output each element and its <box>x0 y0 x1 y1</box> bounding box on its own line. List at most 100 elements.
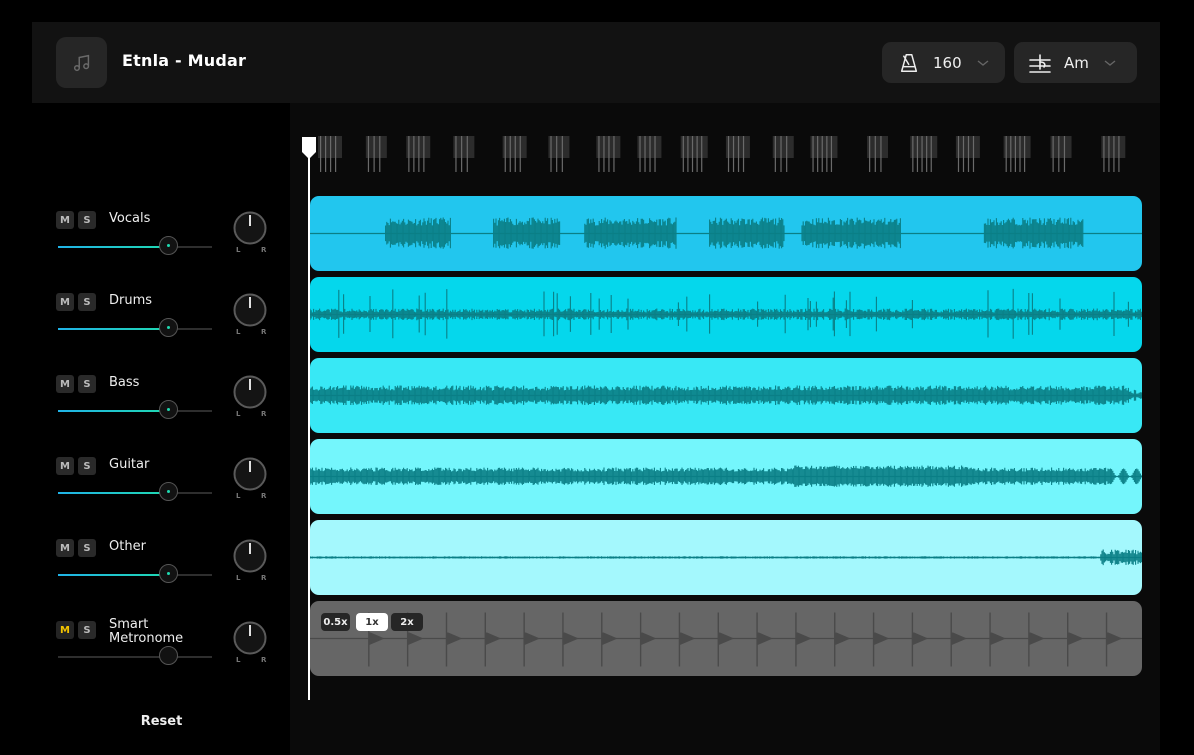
waveform <box>310 465 1142 487</box>
mute-button[interactable]: M <box>56 375 74 393</box>
track-name: Bass <box>109 375 140 390</box>
volume-slider[interactable] <box>58 318 212 337</box>
beat-group <box>1050 136 1072 172</box>
track-name-line2: Metronome <box>109 631 184 646</box>
beat-tick <box>1019 136 1021 172</box>
track-lane-drums[interactable] <box>310 277 1142 352</box>
volume-slider[interactable] <box>58 400 212 419</box>
volume-thumb[interactable] <box>158 564 178 583</box>
volume-slider[interactable] <box>58 646 212 665</box>
chevron-down-icon <box>977 59 989 66</box>
beat-group <box>810 136 838 172</box>
solo-button[interactable]: S <box>78 211 96 229</box>
beat-tick <box>682 136 684 172</box>
beat-tick <box>320 136 322 172</box>
beat-tick <box>639 136 641 172</box>
pan-knob[interactable] <box>233 539 267 573</box>
solo-button[interactable]: S <box>78 539 96 557</box>
volume-fill <box>58 574 169 576</box>
volume-thumb[interactable] <box>158 400 178 419</box>
volume-slider[interactable] <box>58 236 212 255</box>
waveform <box>310 385 1142 405</box>
volume-fill <box>58 246 169 248</box>
track-lane-guitar[interactable] <box>310 439 1142 514</box>
beat-tick <box>874 136 876 172</box>
beat-tick <box>330 136 332 172</box>
volume-thumb[interactable] <box>158 482 178 501</box>
key-dropdown[interactable]: Am <box>1014 42 1137 83</box>
beat-group <box>1003 136 1031 172</box>
beat-tick <box>1023 136 1026 172</box>
track-lane-smart-metronome[interactable]: 0.5x 1x 2x <box>310 601 1142 676</box>
tempo-dropdown[interactable]: 160 <box>882 42 1005 83</box>
solo-button[interactable]: S <box>78 621 96 639</box>
solo-button[interactable]: S <box>78 457 96 475</box>
mute-button[interactable]: M <box>56 211 74 229</box>
pan-knob[interactable] <box>233 457 267 491</box>
beat-tick <box>367 136 370 172</box>
beat-tick <box>1113 136 1115 172</box>
solo-button[interactable]: S <box>78 375 96 393</box>
volume-thumb-dot <box>166 244 170 247</box>
volume-fill <box>58 410 169 412</box>
pan-knob[interactable] <box>233 375 267 409</box>
mute-button[interactable]: M <box>56 293 74 311</box>
volume-thumb-dot <box>166 326 170 329</box>
mute-button[interactable]: M <box>56 457 74 475</box>
volume-fill <box>58 492 169 494</box>
beat-tick <box>972 136 975 172</box>
speed-button-1x[interactable]: 1x <box>356 613 388 631</box>
reset-button[interactable]: Reset <box>0 714 323 729</box>
pan-right-label: R <box>261 328 267 336</box>
speed-button-0-5x[interactable]: 0.5x <box>321 613 350 631</box>
beat-tick <box>335 136 337 172</box>
pan-knob[interactable] <box>233 293 267 327</box>
beat-tick <box>732 136 735 172</box>
beat-tick <box>696 136 698 172</box>
beat-group <box>725 136 750 172</box>
speed-button-2x[interactable]: 2x <box>391 613 423 631</box>
beat-tick <box>603 136 605 172</box>
mute-button[interactable]: M <box>56 621 74 639</box>
beat-group <box>680 136 708 172</box>
volume-thumb-dot <box>166 408 170 411</box>
mute-button[interactable]: M <box>56 539 74 557</box>
volume-slider[interactable] <box>58 482 212 501</box>
solo-button[interactable]: S <box>78 293 96 311</box>
beat-tick <box>812 136 814 172</box>
beat-tick <box>774 136 776 172</box>
track-lane-bass[interactable] <box>310 358 1142 433</box>
beat-group <box>910 136 938 172</box>
volume-thumb-dot <box>166 490 170 493</box>
beat-tick <box>826 136 828 172</box>
song-artwork <box>56 37 107 88</box>
chevron-down-icon <box>1104 59 1116 66</box>
pan-knob[interactable] <box>233 211 267 245</box>
volume-thumb[interactable] <box>158 236 178 255</box>
waveform <box>310 549 1142 566</box>
volume-thumb[interactable] <box>158 646 178 665</box>
beat-tick <box>962 136 965 172</box>
beat-tick <box>373 136 375 172</box>
track-lane-vocals[interactable] <box>310 196 1142 271</box>
beat-tick <box>817 136 819 172</box>
pan-knob[interactable] <box>233 621 267 655</box>
pan-left-label: L <box>236 410 241 418</box>
volume-slider[interactable] <box>58 564 212 583</box>
beat-tick <box>418 136 420 172</box>
volume-thumb[interactable] <box>158 318 178 337</box>
beat-tick <box>701 136 703 172</box>
beat-markers[interactable] <box>318 136 1143 174</box>
beat-tick <box>649 136 651 172</box>
beat-tick <box>556 136 558 172</box>
beat-tick <box>413 136 415 172</box>
beat-tick <box>561 136 563 172</box>
beat-tick <box>613 136 615 172</box>
track-control-smart-metronome: M S Smart Metronome L R <box>56 618 271 685</box>
track-lane-other[interactable] <box>310 520 1142 595</box>
pan-left-label: L <box>236 574 241 582</box>
pan-right-label: R <box>261 492 267 500</box>
playhead[interactable] <box>300 137 320 702</box>
track-control-other: M S Other L R <box>56 539 271 603</box>
beat-tick <box>379 136 381 172</box>
